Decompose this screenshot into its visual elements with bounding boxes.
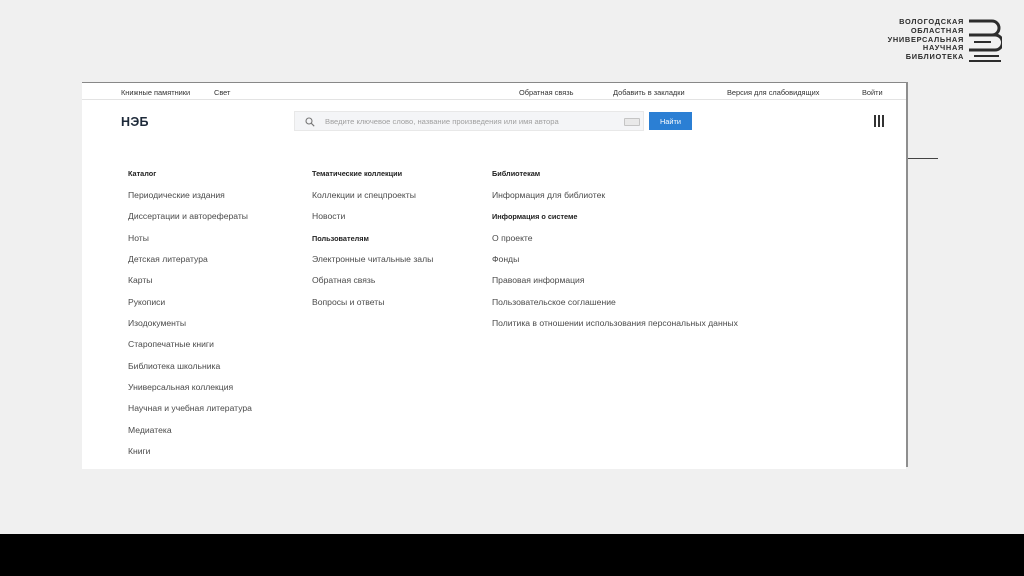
menu-link[interactable]: Медиатека xyxy=(128,425,172,435)
search-box xyxy=(294,111,644,131)
search-input[interactable] xyxy=(325,115,607,128)
library-logo: ВОЛОГОДСКАЯ ОБЛАСТНАЯ УНИВЕРСАЛЬНАЯ НАУЧ… xyxy=(888,17,1002,62)
menu-link[interactable]: Новости xyxy=(312,211,345,221)
menu-link[interactable]: Ноты xyxy=(128,233,149,243)
menu-link[interactable]: Книги xyxy=(128,446,151,456)
link-light[interactable]: Свет xyxy=(214,88,230,97)
keyboard-icon[interactable] xyxy=(624,118,640,126)
link-add-bookmark[interactable]: Добавить в закладки xyxy=(613,88,685,97)
users-heading: Пользователям xyxy=(312,234,369,243)
collections-heading: Тематические коллекции xyxy=(312,169,403,178)
menu-link[interactable]: Электронные читальные залы xyxy=(312,254,433,264)
system-info-heading: Информация о системе xyxy=(492,212,578,221)
menu-link[interactable]: Рукописи xyxy=(128,297,165,307)
menu-link[interactable]: Старопечатные книги xyxy=(128,339,214,349)
link-login[interactable]: Войти xyxy=(862,88,883,97)
neb-screenshot-panel: Книжные памятники Свет Обратная связь До… xyxy=(82,82,906,469)
libraries-heading: Библиотекам xyxy=(492,169,541,178)
menu-link[interactable]: Вопросы и ответы xyxy=(312,297,384,307)
menu-link[interactable]: Пользовательское соглашение xyxy=(492,297,616,307)
menu-link[interactable]: Универсальная коллекция xyxy=(128,382,233,392)
catalog-heading: Каталог xyxy=(128,169,157,178)
search-button[interactable]: Найти xyxy=(649,112,692,130)
bottom-black-bar xyxy=(0,534,1024,576)
brand-logo[interactable]: НЭБ xyxy=(121,115,149,129)
menu-icon[interactable] xyxy=(874,115,884,127)
menu-link[interactable]: Обратная связь xyxy=(312,275,375,285)
menu-link[interactable]: О проекте xyxy=(492,233,533,243)
menu-link[interactable]: Научная и учебная литература xyxy=(128,403,252,413)
menu-link[interactable]: Периодические издания xyxy=(128,190,225,200)
top-utility-bar: Книжные памятники Свет Обратная связь До… xyxy=(82,82,906,100)
menu-link[interactable]: Изодокументы xyxy=(128,318,186,328)
panel-border-top xyxy=(82,82,906,83)
link-accessible-version[interactable]: Версия для слабовидящих xyxy=(727,88,819,97)
menu-link[interactable]: Информация для библиотек xyxy=(492,190,605,200)
logo-text: ВОЛОГОДСКАЯ ОБЛАСТНАЯ УНИВЕРСАЛЬНАЯ НАУЧ… xyxy=(888,17,964,62)
menu-link[interactable]: Коллекции и спецпроекты xyxy=(312,190,416,200)
menu-link[interactable]: Правовая информация xyxy=(492,275,585,285)
menu-link[interactable]: Фонды xyxy=(492,254,519,264)
link-book-monuments[interactable]: Книжные памятники xyxy=(121,88,190,97)
menu-link[interactable]: Карты xyxy=(128,275,153,285)
menu-link[interactable]: Диссертации и авторефераты xyxy=(128,211,248,221)
panel-border-right xyxy=(906,82,908,467)
menu-link[interactable]: Политика в отношении использования персо… xyxy=(492,318,738,328)
book-stack-logo-icon xyxy=(969,19,1002,62)
link-feedback-top[interactable]: Обратная связь xyxy=(519,88,573,97)
logo-line: БИБЛИОТЕКА xyxy=(905,52,964,62)
menu-link[interactable]: Библиотека школьника xyxy=(128,361,220,371)
decorative-line xyxy=(906,158,938,159)
menu-link[interactable]: Детская литература xyxy=(128,254,208,264)
search-icon xyxy=(305,117,315,127)
